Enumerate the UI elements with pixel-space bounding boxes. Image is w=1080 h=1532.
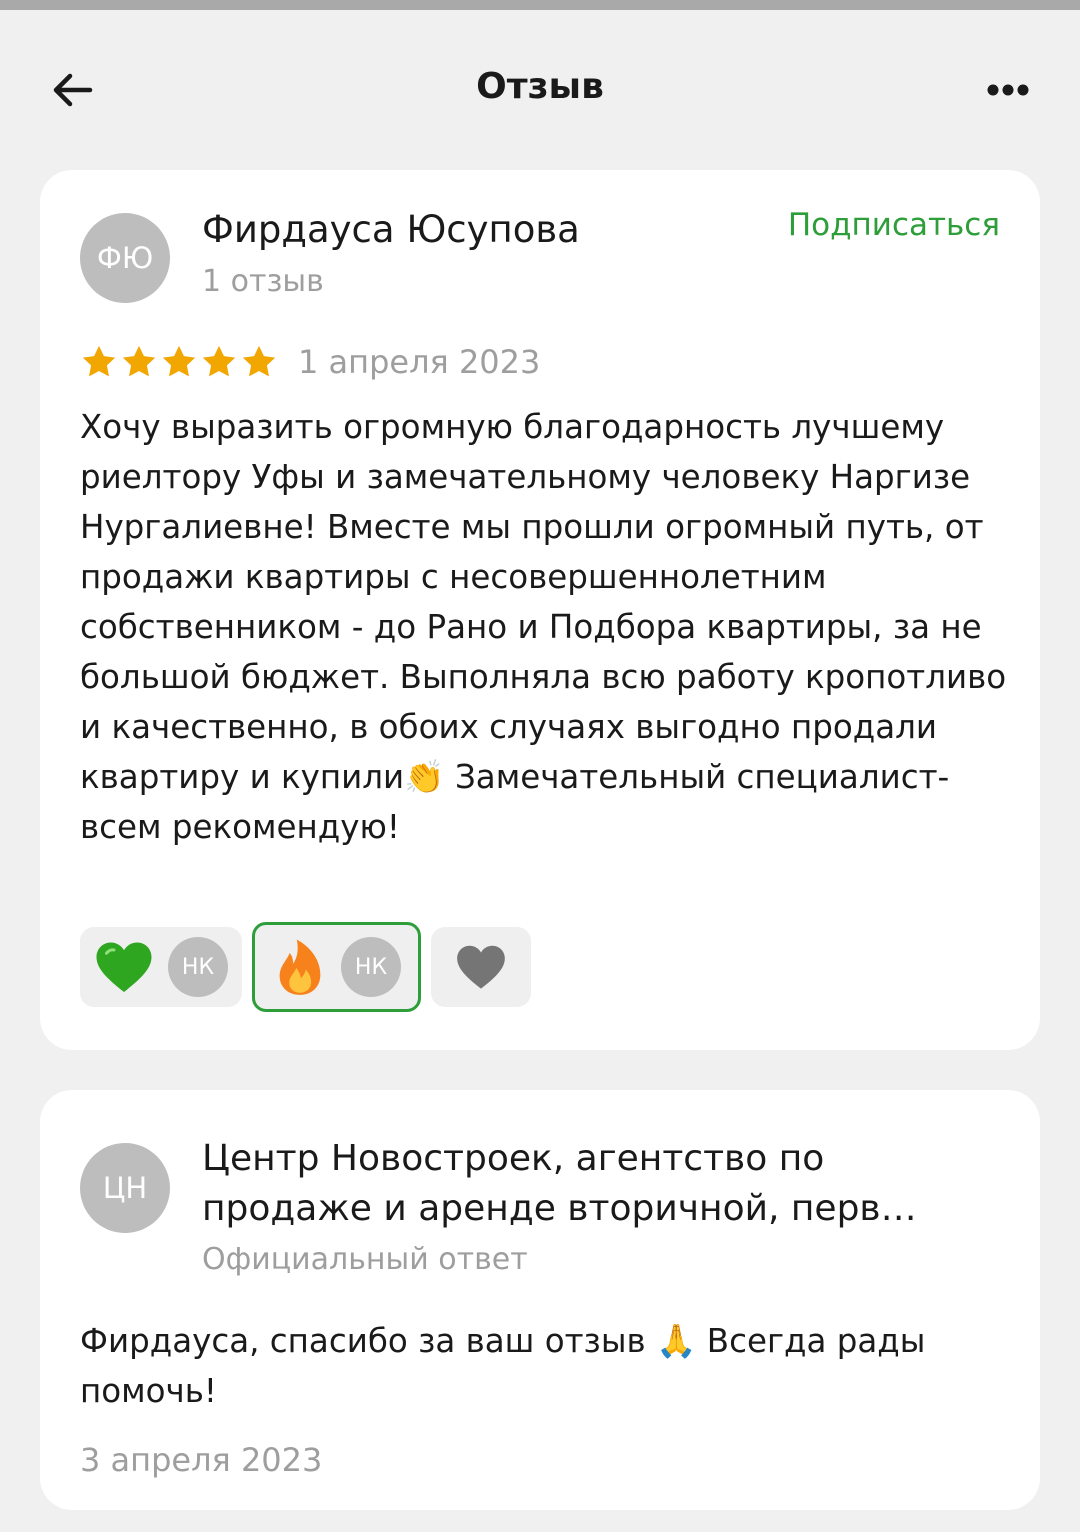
- star-rating: [80, 343, 278, 381]
- reaction-fire[interactable]: НК: [252, 922, 421, 1012]
- more-horizontal-icon: [987, 84, 1029, 96]
- reaction-user-avatar: НК: [341, 937, 401, 997]
- heart-icon: [457, 945, 505, 989]
- page-title: Отзыв: [476, 66, 604, 107]
- reply-date: 3 апреля 2023: [80, 1441, 323, 1479]
- review-date: 1 апреля 2023: [298, 343, 541, 381]
- star-icon: [122, 345, 156, 377]
- status-bar-strip: [0, 0, 1080, 10]
- review-card: ФЮ Фирдауса Юсупова 1 отзыв Подписаться …: [40, 170, 1040, 1050]
- official-reply-card: ЦН Центр Новостроек, агентство по продаж…: [40, 1090, 1040, 1510]
- avatar[interactable]: ФЮ: [80, 213, 170, 303]
- star-icon: [162, 345, 196, 377]
- organization-name[interactable]: Центр Новостроек, агентство по продаже и…: [202, 1134, 1002, 1234]
- more-options-button[interactable]: [980, 62, 1036, 118]
- reply-text: Фирдауса, спасибо за ваш отзыв 🙏 Всегда …: [80, 1322, 926, 1410]
- green-heart-icon: [96, 942, 152, 992]
- reaction-add-like[interactable]: [431, 927, 531, 1007]
- avatar[interactable]: ЦН: [80, 1143, 170, 1233]
- official-reply-label: Официальный ответ: [202, 1242, 528, 1277]
- rating-row: 1 апреля 2023: [80, 340, 540, 384]
- star-icon: [242, 345, 276, 377]
- fire-icon: [279, 939, 321, 995]
- author-name[interactable]: Фирдауса Юсупова: [202, 206, 580, 254]
- star-icon: [82, 345, 116, 377]
- author-review-count: 1 отзыв: [202, 264, 324, 299]
- star-icon: [202, 345, 236, 377]
- page-header: Отзыв: [0, 10, 1080, 170]
- review-text: Хочу выразить огромную благодарность луч…: [80, 408, 1007, 846]
- subscribe-button[interactable]: Подписаться: [788, 204, 1000, 246]
- reactions-bar: НК НК: [80, 922, 531, 1012]
- reaction-user-avatar: НК: [168, 937, 228, 997]
- reaction-green-heart[interactable]: НК: [80, 927, 242, 1007]
